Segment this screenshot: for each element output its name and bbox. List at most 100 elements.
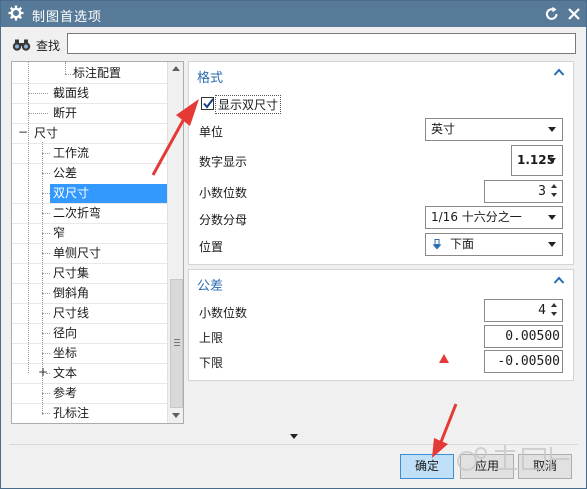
row-separator (12, 343, 167, 344)
upper-limit-label: 上限 (199, 331, 224, 345)
fraction-denominator-label: 分数分母 (199, 213, 248, 227)
scroll-up-arrow-icon[interactable] (172, 66, 180, 71)
lower-limit-label: 下限 (199, 356, 224, 370)
tree-connector (42, 233, 50, 234)
tree-connector (42, 353, 50, 354)
tree-item-one-sided-dimension[interactable]: 单侧尺寸 (50, 244, 104, 264)
numeric-display-select[interactable]: 1.125 (511, 145, 563, 176)
tree-connector (42, 293, 50, 294)
tolerance-decimal-places-input[interactable]: 4 (484, 299, 563, 322)
tree-item-tolerance[interactable]: 公差 (50, 164, 80, 184)
tree-item-section-line[interactable]: 截面线 (50, 84, 92, 104)
warning-triangle-icon (439, 354, 449, 363)
tolerance-decimal-places-value: 4 (538, 303, 546, 318)
unit-label: 单位 (199, 125, 224, 139)
ok-button[interactable]: 确定 (400, 454, 454, 479)
chevron-down-icon (548, 215, 556, 220)
tree-item-label: 截面线 (53, 86, 90, 100)
tree-item-label: 坐标 (53, 346, 78, 360)
spinner-icon[interactable] (551, 303, 559, 318)
tree-scrollbar[interactable] (167, 62, 183, 423)
expand-toggle[interactable]: + (38, 365, 48, 379)
reset-icon[interactable] (544, 5, 560, 22)
tree-item-text[interactable]: 文本 (50, 364, 80, 384)
tree-item-annotation-config[interactable]: 标注配置 (70, 64, 124, 84)
tree-item-dimension[interactable]: 尺寸 (31, 124, 61, 144)
preferences-dialog: 制图首选项 查找 标注配置 截面线 断开 − 尺寸 工作流 公差 双尺寸 二次折… (0, 0, 587, 489)
tree-item-radial[interactable]: 径向 (50, 324, 80, 344)
tree-connector (28, 62, 29, 373)
tree-item-label: 标注配置 (73, 66, 122, 80)
tree-connector (28, 113, 48, 114)
tree-item-label: 尺寸线 (53, 306, 90, 320)
fraction-denominator-value: 1/16 十六分之一 (431, 210, 522, 224)
chevron-up-icon[interactable] (553, 275, 565, 285)
tree-item-break[interactable]: 断开 (50, 104, 80, 124)
position-label: 位置 (199, 240, 224, 254)
tree-item-label: 尺寸集 (53, 266, 90, 280)
spinner-icon[interactable] (551, 184, 559, 199)
tree-connector (42, 273, 50, 274)
decimal-places-input[interactable]: 3 (484, 180, 563, 203)
chevron-down-icon (548, 242, 556, 247)
window-title: 制图首选项 (32, 10, 103, 25)
title-bar[interactable]: 制图首选项 (1, 1, 586, 27)
gear-icon (8, 5, 24, 21)
tree-item-label: 双尺寸 (50, 184, 167, 203)
binoculars-icon (12, 39, 31, 51)
tree-item-label: 单侧尺寸 (53, 246, 102, 260)
format-panel: 格式 显示双尺寸 单位 英寸 数字显示 1.125 小数位数 3 分数分母 1/… (188, 61, 574, 265)
tree-item-reference[interactable]: 参考 (50, 384, 80, 404)
tree-item-label: 公差 (53, 166, 78, 180)
search-input[interactable] (67, 33, 576, 54)
unit-select[interactable]: 英寸 (425, 118, 563, 141)
format-panel-title: 格式 (197, 71, 224, 86)
tree-item-label: 尺寸 (34, 126, 59, 140)
tree-item-label: 文本 (53, 366, 78, 380)
button-row-separator (9, 444, 578, 445)
collapse-toggle[interactable]: − (18, 125, 28, 139)
upper-limit-value: 0.00500 (505, 329, 560, 344)
tree-connector (42, 173, 50, 174)
tree-item-dual-dimension[interactable]: 双尺寸 (50, 184, 167, 204)
tree-connector (28, 93, 48, 94)
close-icon[interactable] (566, 5, 582, 22)
tree-item-label: 孔标注 (53, 406, 90, 420)
tree-item-secondary-bend[interactable]: 二次折弯 (50, 204, 104, 224)
tree-connector (42, 313, 50, 314)
chevron-up-icon[interactable] (553, 67, 565, 77)
tree-item-dimension-set[interactable]: 尺寸集 (50, 264, 92, 284)
format-panel-header[interactable]: 格式 (189, 62, 573, 86)
position-select-value: 下面 (450, 237, 475, 251)
tree-connector (42, 213, 50, 214)
cancel-button[interactable]: 取消 (518, 454, 572, 479)
search-label: 查找 (36, 39, 61, 53)
tree-item-dimension-line[interactable]: 尺寸线 (50, 304, 92, 324)
tree-item-label: 断开 (53, 106, 78, 120)
tree-item-label: 二次折弯 (53, 206, 102, 220)
tree-item-workflow[interactable]: 工作流 (50, 144, 92, 164)
scroll-thumb[interactable] (170, 279, 183, 408)
tree-connector (42, 153, 50, 154)
fraction-denominator-select[interactable]: 1/16 十六分之一 (425, 206, 563, 229)
decimal-places-value: 3 (538, 184, 546, 199)
tree-item-chamfer[interactable]: 倒斜角 (50, 284, 92, 304)
upper-limit-input[interactable]: 0.00500 (484, 325, 563, 348)
apply-button[interactable]: 应用 (460, 454, 514, 479)
more-options-arrow-icon[interactable] (290, 434, 298, 439)
tree-item-narrow[interactable]: 窄 (50, 224, 68, 244)
lower-limit-input[interactable]: -0.00500 (484, 350, 563, 373)
show-dual-label[interactable]: 显示双尺寸 (215, 95, 282, 114)
row-separator (12, 383, 167, 384)
scroll-grip (174, 342, 180, 343)
tree-connector (42, 393, 50, 394)
scroll-down-arrow-icon[interactable] (172, 413, 180, 418)
tree-connector (42, 413, 50, 414)
tree-item-hole-callout[interactable]: 孔标注 (50, 404, 92, 423)
arrow-down-icon (432, 239, 442, 250)
tree-item-coordinate[interactable]: 坐标 (50, 344, 80, 364)
position-select[interactable]: 下面 (425, 233, 563, 256)
show-dual-checkbox[interactable] (201, 97, 214, 110)
tolerance-panel-header[interactable]: 公差 (189, 270, 573, 294)
scroll-grip (174, 345, 180, 346)
